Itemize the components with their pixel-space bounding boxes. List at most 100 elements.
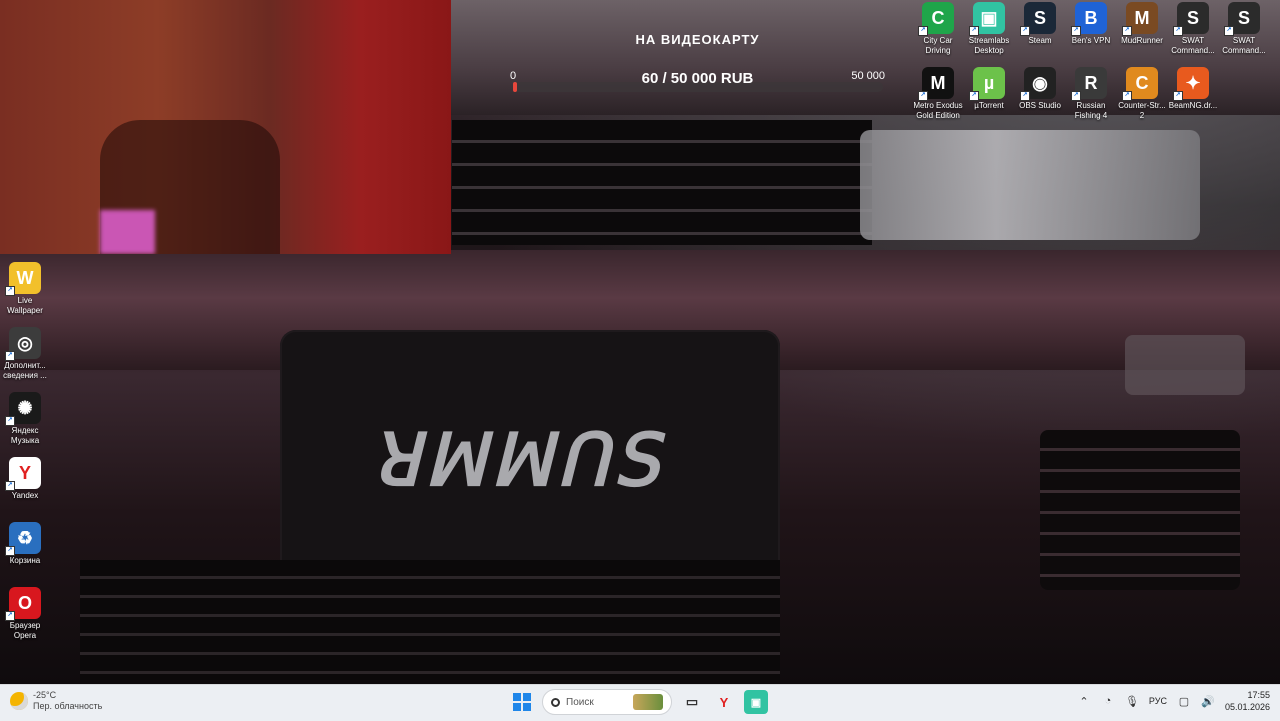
metro-exodus-icon: M ↗: [918, 67, 954, 101]
shortcut-arrow-icon: ↗: [5, 416, 15, 426]
desktop-icon-streamlabs[interactable]: ▣ ↗ Streamlabs Desktop: [964, 2, 1014, 56]
shortcut-arrow-icon: ↗: [969, 26, 979, 36]
wallpaper-car-side-grille: [1040, 430, 1240, 590]
desktop-icon-metro-exodus[interactable]: M ↗ Metro Exodus Gold Edition: [913, 67, 963, 121]
utorrent-icon: µ ↗: [969, 67, 1005, 101]
shortcut-arrow-icon: ↗: [5, 611, 15, 621]
shortcut-arrow-icon: ↗: [1020, 91, 1030, 101]
wallpaper-car-grille: [452, 120, 872, 245]
swat-icon: S ↗: [1173, 2, 1209, 36]
desktop-icon-label: Russian Fishing 4: [1074, 101, 1108, 120]
wallpaper-car-headlight: [860, 130, 1200, 240]
shortcut-arrow-icon: ↗: [5, 286, 15, 296]
shortcut-arrow-icon: ↗: [5, 351, 15, 361]
network-icon[interactable]: ◔: [1101, 695, 1115, 707]
language-indicator[interactable]: РУС: [1149, 696, 1167, 706]
info-icon: ◎ ↗: [5, 327, 41, 361]
city-car-driving-icon: C ↗: [918, 2, 954, 36]
desktop-icon-yandex-browser[interactable]: Y ↗ Yandex: [0, 457, 50, 501]
desktop-icon-mudrunner[interactable]: M ↗ MudRunner: [1117, 2, 1167, 46]
steam-icon: S ↗: [1020, 2, 1056, 36]
weather-desc: Пер. облачность: [33, 701, 103, 711]
desktop-icon-city-car-driving[interactable]: C ↗ City Car Driving: [913, 2, 963, 56]
desktop-icon-label: Live Wallpaper: [7, 296, 43, 315]
search-placeholder: Поиск: [566, 696, 594, 708]
desktop-icon-label: Steam: [1028, 36, 1052, 45]
desktop-icon-label: Yandex: [11, 491, 39, 500]
desktop-icon-label: Браузер Opera: [9, 621, 41, 640]
shortcut-arrow-icon: ↗: [1173, 26, 1183, 36]
desktop-icon-swat-icon-2[interactable]: S ↗ SWAT Command...: [1219, 2, 1269, 56]
shortcut-arrow-icon: ↗: [918, 91, 928, 101]
clock-time: 17:55: [1247, 690, 1270, 700]
shortcut-arrow-icon: ↗: [5, 481, 15, 491]
counter-strike-icon: C ↗: [1122, 67, 1158, 101]
taskbar-streamlabs[interactable]: ▣: [744, 690, 768, 714]
taskbar-yandex-browser[interactable]: Y: [712, 690, 736, 714]
yandex-music-icon: ✺ ↗: [5, 392, 41, 426]
volume-icon[interactable]: 🔊: [1201, 695, 1215, 708]
shortcut-arrow-icon: ↗: [1071, 26, 1081, 36]
shortcut-arrow-icon: ↗: [918, 26, 928, 36]
webcam-overlay: [0, 0, 451, 254]
desktop-icon-label: Streamlabs Desktop: [968, 36, 1010, 55]
desktop-icon-label: Counter-Str... 2: [1118, 101, 1166, 120]
obs-icon: ◉ ↗: [1020, 67, 1056, 101]
shortcut-arrow-icon: ↗: [969, 91, 979, 101]
display-icon[interactable]: ▢: [1177, 695, 1191, 708]
weather-icon: [10, 692, 28, 710]
desktop-icon-utorrent[interactable]: µ ↗ µTorrent: [964, 67, 1014, 111]
desktop-icon-opera[interactable]: O ↗ Браузер Opera: [0, 587, 50, 641]
desktop-icon-russian-fishing[interactable]: R ↗ Russian Fishing 4: [1066, 67, 1116, 121]
opera-icon: O ↗: [5, 587, 41, 621]
desktop-icon-recycle-bin[interactable]: ♻ ↗ Корзина: [0, 522, 50, 566]
wallpaper-car-fog-light: [1125, 335, 1245, 395]
beamng-icon: ✦ ↗: [1173, 67, 1209, 101]
shortcut-arrow-icon: ↗: [1224, 26, 1234, 36]
start-button[interactable]: [510, 690, 534, 714]
desktop-icon-obs[interactable]: ◉ ↗ OBS Studio: [1015, 67, 1065, 111]
bens-vpn-icon: B ↗: [1071, 2, 1107, 36]
search-highlight-icon: [633, 694, 663, 710]
desktop-icon-beamng[interactable]: ✦ ↗ BeamNG.dr...: [1168, 67, 1218, 111]
desktop-icon-label: City Car Driving: [923, 36, 953, 55]
live-wallpaper-icon: W ↗: [5, 262, 41, 296]
desktop-icon-label: OBS Studio: [1019, 101, 1061, 110]
show-hidden-icons-chevron-up-icon[interactable]: ⌃: [1077, 695, 1091, 708]
desktop-icon-label: Корзина: [9, 556, 41, 565]
taskbar-center: Поиск ▭ Y ▣: [510, 689, 768, 715]
desktop-icon-yandex-music[interactable]: ✺ ↗ Яндекс Музыка: [0, 392, 50, 446]
desktop-icon-counter-strike[interactable]: C ↗ Counter-Str... 2: [1117, 67, 1167, 121]
microphone-icon[interactable]: 🎙: [1125, 695, 1139, 708]
desktop-icon-label: Ben's VPN: [1071, 36, 1111, 45]
windows-logo-icon: [513, 693, 531, 711]
taskbar: -25°C Пер. облачность Поиск ▭ Y ▣ ⌃ ◔ 🎙 …: [0, 684, 1280, 721]
yandex-browser-icon: Y ↗: [5, 457, 41, 491]
desktop-icon-info[interactable]: ◎ ↗ Дополнит... сведения ...: [0, 327, 50, 381]
desktop-icon-label: BeamNG.dr...: [1168, 101, 1218, 110]
system-tray: ⌃ ◔ 🎙 РУС ▢ 🔊 17:55 05.01.2026: [1077, 689, 1270, 713]
clock[interactable]: 17:55 05.01.2026: [1225, 689, 1270, 713]
streamlabs-icon: ▣ ↗: [969, 2, 1005, 36]
desktop-icon-live-wallpaper[interactable]: W ↗ Live Wallpaper: [0, 262, 50, 316]
recycle-bin-icon: ♻ ↗: [5, 522, 41, 556]
webcam-light: [100, 210, 155, 254]
desktop-icon-steam[interactable]: S ↗ Steam: [1015, 2, 1065, 46]
taskbar-search[interactable]: Поиск: [542, 689, 672, 715]
donation-goal-title: НА ВИДЕОКАРТУ: [635, 32, 760, 47]
desktop-icon-label: Яндекс Музыка: [10, 426, 40, 445]
weather-widget[interactable]: -25°C Пер. облачность: [10, 690, 102, 712]
desktop-icon-label: SWAT Command...: [1171, 36, 1215, 55]
donation-goal-widget: НА ВИДЕОКАРТУ 0 60 / 50 000 RUB 50 000: [505, 30, 890, 92]
shortcut-arrow-icon: ↗: [1071, 91, 1081, 101]
taskbar-file-explorer[interactable]: ▭: [680, 690, 704, 714]
desktop-icon-label: Metro Exodus Gold Edition: [913, 101, 963, 120]
desktop-icon-bens-vpn[interactable]: B ↗ Ben's VPN: [1066, 2, 1116, 46]
wallpaper-car-lower-grille: [80, 560, 780, 680]
desktop-icon-swat[interactable]: S ↗ SWAT Command...: [1168, 2, 1218, 56]
russian-fishing-icon: R ↗: [1071, 67, 1107, 101]
desktop-icon-label: µTorrent: [974, 101, 1004, 110]
search-icon: [551, 697, 560, 707]
shortcut-arrow-icon: ↗: [1122, 91, 1132, 101]
wallpaper-car-plate-logo: ꓤꟽꟽꓵꓢ: [370, 421, 663, 501]
